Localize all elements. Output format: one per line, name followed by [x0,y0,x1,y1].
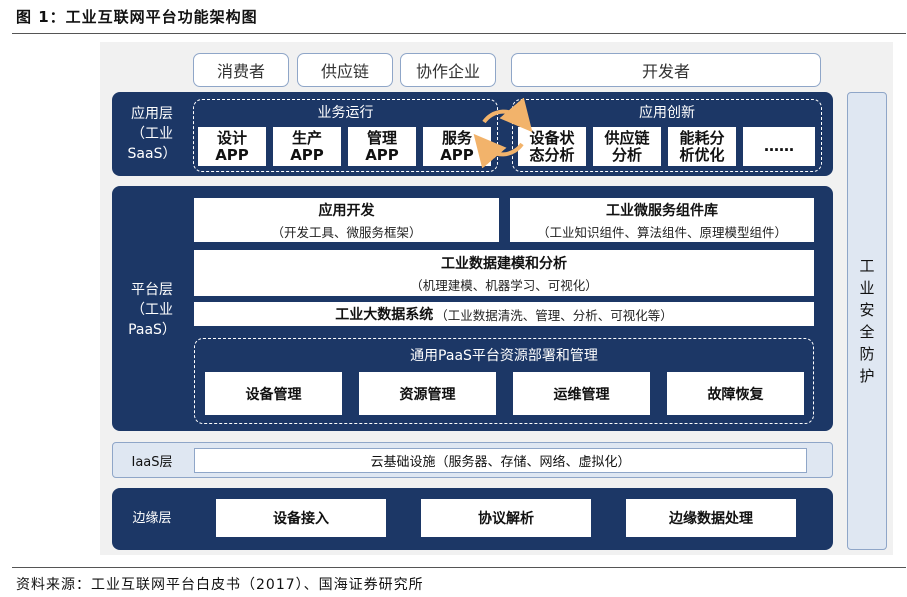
saas-label-line2: （工业SaaS） [127,126,177,162]
role-developer: 开发者 [511,53,821,87]
iaas-layer-label: IaaS层 [131,454,173,470]
edge-data-processing-box: 边缘数据处理 [626,499,796,537]
business-operation-title: 业务运行 [317,105,374,121]
device-access-label: 设备接入 [273,511,329,527]
equipment-analysis-line1: 设备状 [529,128,575,147]
management-app-box: 管理 APP [348,127,416,166]
operations-management-box: 运维管理 [513,372,650,415]
app-development-sub: （开发工具、微服务框架） [271,224,422,240]
resource-management-box: 资源管理 [359,372,496,415]
supply-chain-analysis-line2: 分析 [611,145,642,164]
management-app-line2: APP [365,145,399,164]
service-app-line1: 服务 [441,128,472,147]
equipment-analysis-line2: 态分析 [529,145,575,164]
figure-source: 资料来源：工业互联网平台白皮书（2017）、国海证券研究所 [16,577,424,593]
edge-layer-label: 边缘层 [132,511,172,526]
role-supply-chain: 供应链 [297,53,393,87]
big-data-system-sub: （工业数据清洗、管理、分析、可视化等） [435,307,673,323]
saas-layer-label: 应用层 （工业SaaS） [112,92,192,176]
industrial-security-bar: 工业安全防护 [847,92,887,550]
microservice-library-box: 工业微服务组件库 （工业知识组件、算法组件、原理模型组件） [510,198,814,242]
design-app-line2: APP [215,145,249,164]
app-innovation-title: 应用创新 [639,105,695,121]
app-development-title: 应用开发 [318,202,375,219]
resource-management-label: 资源管理 [399,386,456,403]
production-app-line1: 生产 [291,128,322,147]
data-modeling-sub: （机理建模、机器学习、可视化） [410,277,598,293]
cycle-arrows-icon [473,98,533,168]
more-apps-ellipsis: …… [764,137,794,155]
resource-management-title: 通用PaaS平台资源部署和管理 [410,348,598,364]
paas-layer-label: 平台层 （工业PaaS） [112,270,192,350]
role-consumer: 消费者 [193,53,289,87]
big-data-system-title: 工业大数据系统 [335,307,434,323]
saas-label-line1: 应用层 [131,106,173,122]
big-data-system-box: 工业大数据系统 （工业数据清洗、管理、分析、可视化等） [194,302,814,326]
energy-optimization-line1: 能耗分 [679,128,725,147]
fault-recovery-label: 故障恢复 [707,386,764,403]
design-app-line1: 设计 [216,128,247,147]
role-partner-enterprise: 协作企业 [400,53,496,87]
production-app-box: 生产 APP [273,127,341,166]
paas-label-line2: （工业PaaS） [128,302,176,338]
protocol-parsing-label: 协议解析 [478,511,534,527]
energy-optimization-box: 能耗分 析优化 [668,127,736,166]
cloud-infrastructure-box: 云基础设施（服务器、存储、网络、虚拟化） [194,448,807,473]
top-rule [12,33,906,34]
edge-data-processing-label: 边缘数据处理 [669,511,753,527]
device-access-box: 设备接入 [216,499,386,537]
service-app-line2: APP [440,145,474,164]
bottom-rule [12,567,906,568]
app-development-box: 应用开发 （开发工具、微服务框架） [194,198,499,242]
paas-label-line1: 平台层 [131,282,173,298]
operations-management-label: 运维管理 [553,386,610,403]
management-app-line1: 管理 [366,128,397,147]
more-apps-box: …… [743,127,815,166]
production-app-line2: APP [290,145,324,164]
supply-chain-analysis-box: 供应链 分析 [593,127,661,166]
data-modeling-title: 工业数据建模和分析 [441,255,567,272]
microservice-library-sub: （工业知识组件、算法组件、原理模型组件） [536,224,787,240]
figure-title: 图 1：工业互联网平台功能架构图 [16,8,258,26]
device-management-label: 设备管理 [245,386,302,403]
supply-chain-analysis-line1: 供应链 [604,128,650,147]
device-management-box: 设备管理 [205,372,342,415]
design-app-box: 设计 APP [198,127,266,166]
industrial-security-label: 工业安全防护 [859,257,875,385]
fault-recovery-box: 故障恢复 [667,372,804,415]
protocol-parsing-box: 协议解析 [421,499,591,537]
data-modeling-box: 工业数据建模和分析 （机理建模、机器学习、可视化） [194,250,814,296]
energy-optimization-line2: 析优化 [679,145,725,164]
microservice-library-title: 工业微服务组件库 [606,202,718,219]
